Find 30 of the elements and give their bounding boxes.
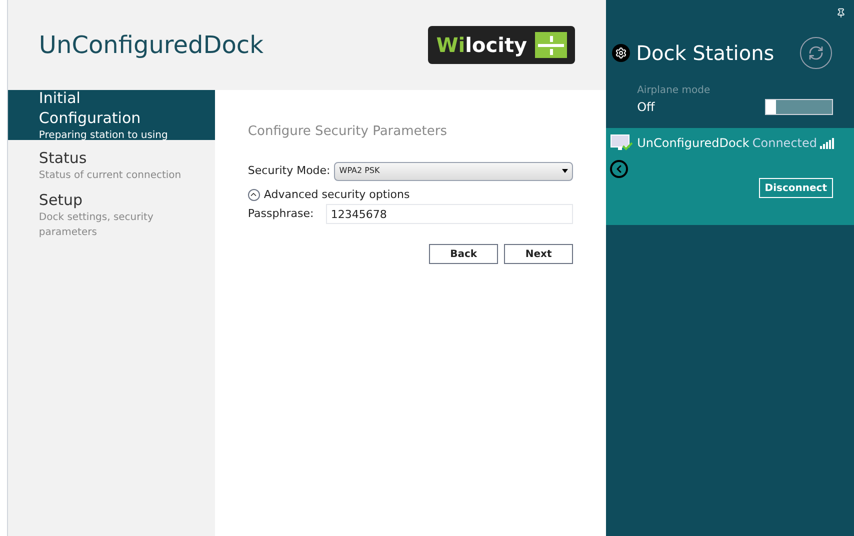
wizard-button[interactable]: Back <box>429 244 498 264</box>
airplane-mode-label: Airplane mode <box>637 84 712 98</box>
security-mode-label: Security Mode: <box>248 162 330 179</box>
pin-icon[interactable] <box>836 8 846 18</box>
advanced-options-label: Advanced security options <box>264 186 410 202</box>
expander-icon[interactable] <box>248 188 260 201</box>
wizard-button[interactable]: Next <box>504 244 574 264</box>
logo-text: Wilocity <box>436 32 528 59</box>
network-name: UnConfiguredDock <box>637 135 750 152</box>
passphrase-field[interactable]: 12345678 <box>326 204 574 224</box>
settings-icon[interactable] <box>612 44 630 62</box>
signal-icon <box>820 138 834 148</box>
charm-title: Dock Stations <box>636 40 776 67</box>
app-title: UnConfiguredDock <box>38 30 264 61</box>
refresh-icon[interactable] <box>800 37 832 69</box>
sidebar-item[interactable]: Initial Configuration Preparing station to using <box>8 90 215 140</box>
logo-icon <box>535 32 568 58</box>
disconnect-button[interactable]: Disconnect <box>758 178 833 198</box>
security-mode-dropdown[interactable]: WPA2 PSK <box>334 162 574 180</box>
passphrase-label: Passphrase: <box>248 206 315 222</box>
network-item[interactable]: UnConfiguredDock Connected Disconnect <box>606 128 854 225</box>
form-heading: Configure Security Parameters <box>248 123 448 141</box>
sidebar-item[interactable]: Status Status of current connection <box>8 140 215 190</box>
network-status: Connected <box>752 135 817 152</box>
sidebar-item[interactable]: Setup Dock settings, security parameters <box>8 190 215 240</box>
airplane-mode-toggle[interactable] <box>765 99 833 115</box>
caret-icon <box>562 169 568 173</box>
airplane-mode-state: Off <box>637 99 655 116</box>
back-icon[interactable] <box>610 160 628 178</box>
monitor-icon <box>610 134 634 152</box>
